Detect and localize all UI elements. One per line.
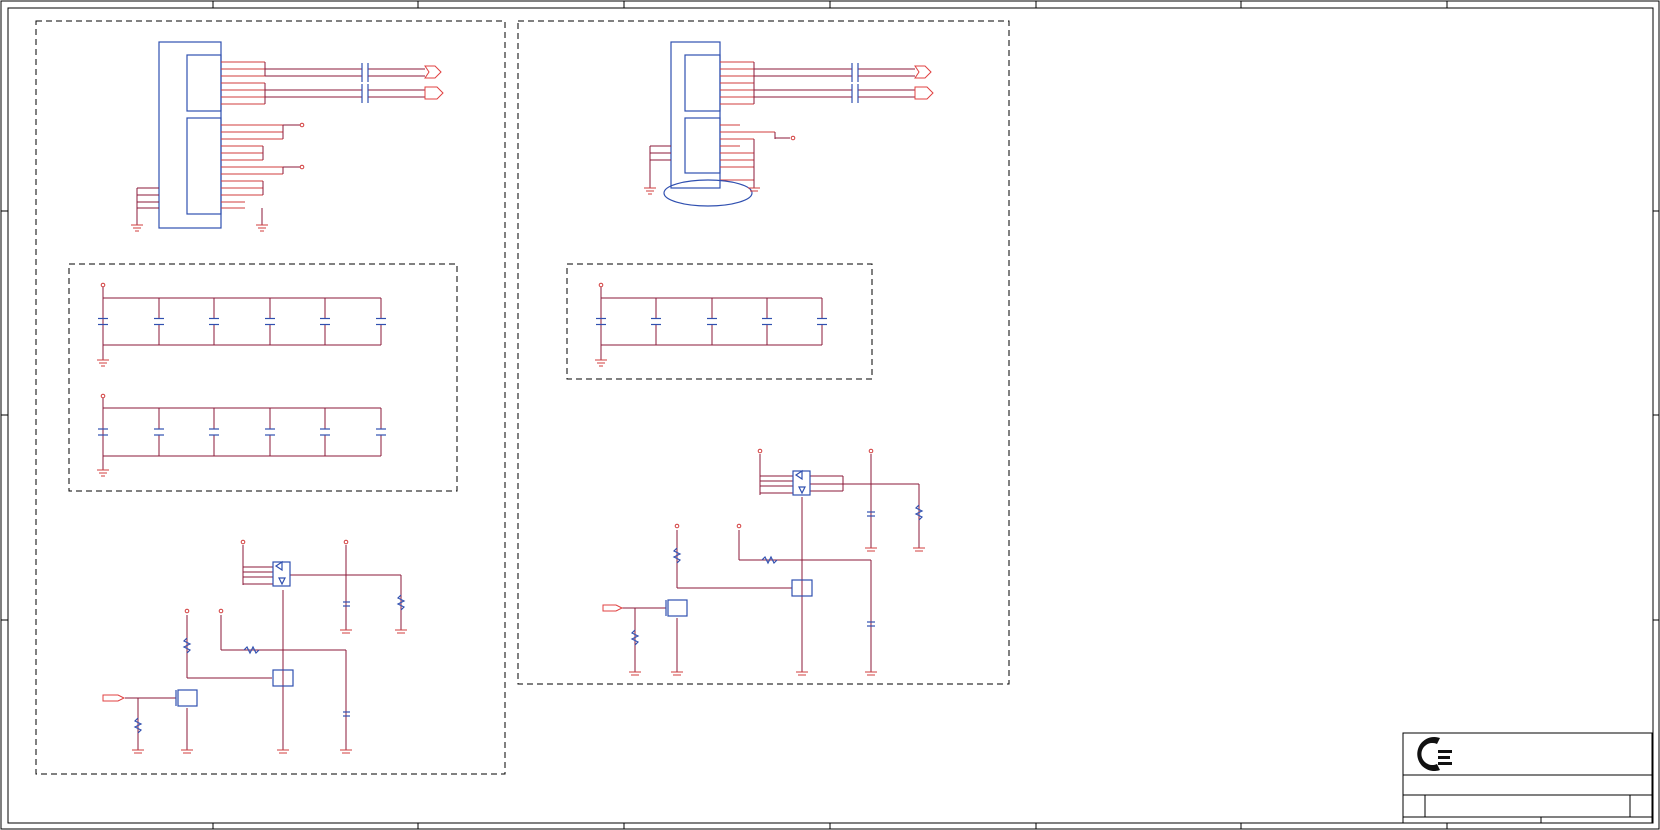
left-connector-block <box>35 20 506 775</box>
left-connector-body <box>158 41 222 229</box>
decoupling-caps-right <box>600 287 822 360</box>
right-connector-block <box>517 20 1010 685</box>
right-connector-body <box>670 41 721 189</box>
schematic-sheet <box>0 0 1660 830</box>
company-logo <box>1417 736 1452 772</box>
highlight-ellipse <box>663 179 753 207</box>
inner-frame <box>7 7 1654 824</box>
load-switch-left <box>125 545 402 750</box>
decoupling-caps-left <box>102 287 381 470</box>
title-block <box>1402 732 1653 824</box>
load-switch-right <box>620 454 920 672</box>
